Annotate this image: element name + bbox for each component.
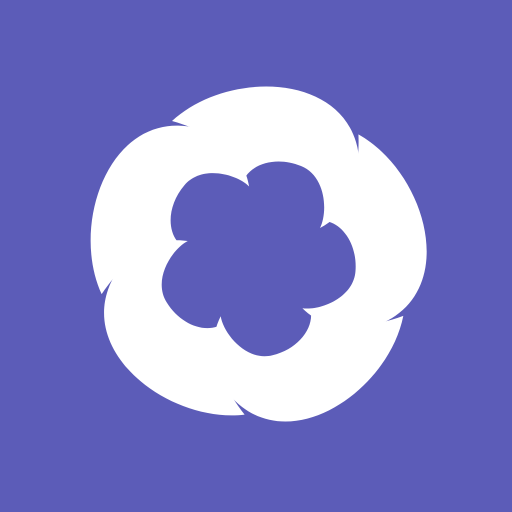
five-petal-swirl-logo-icon (90, 86, 427, 422)
app-icon (0, 0, 512, 512)
logo-petal-group (90, 86, 427, 422)
